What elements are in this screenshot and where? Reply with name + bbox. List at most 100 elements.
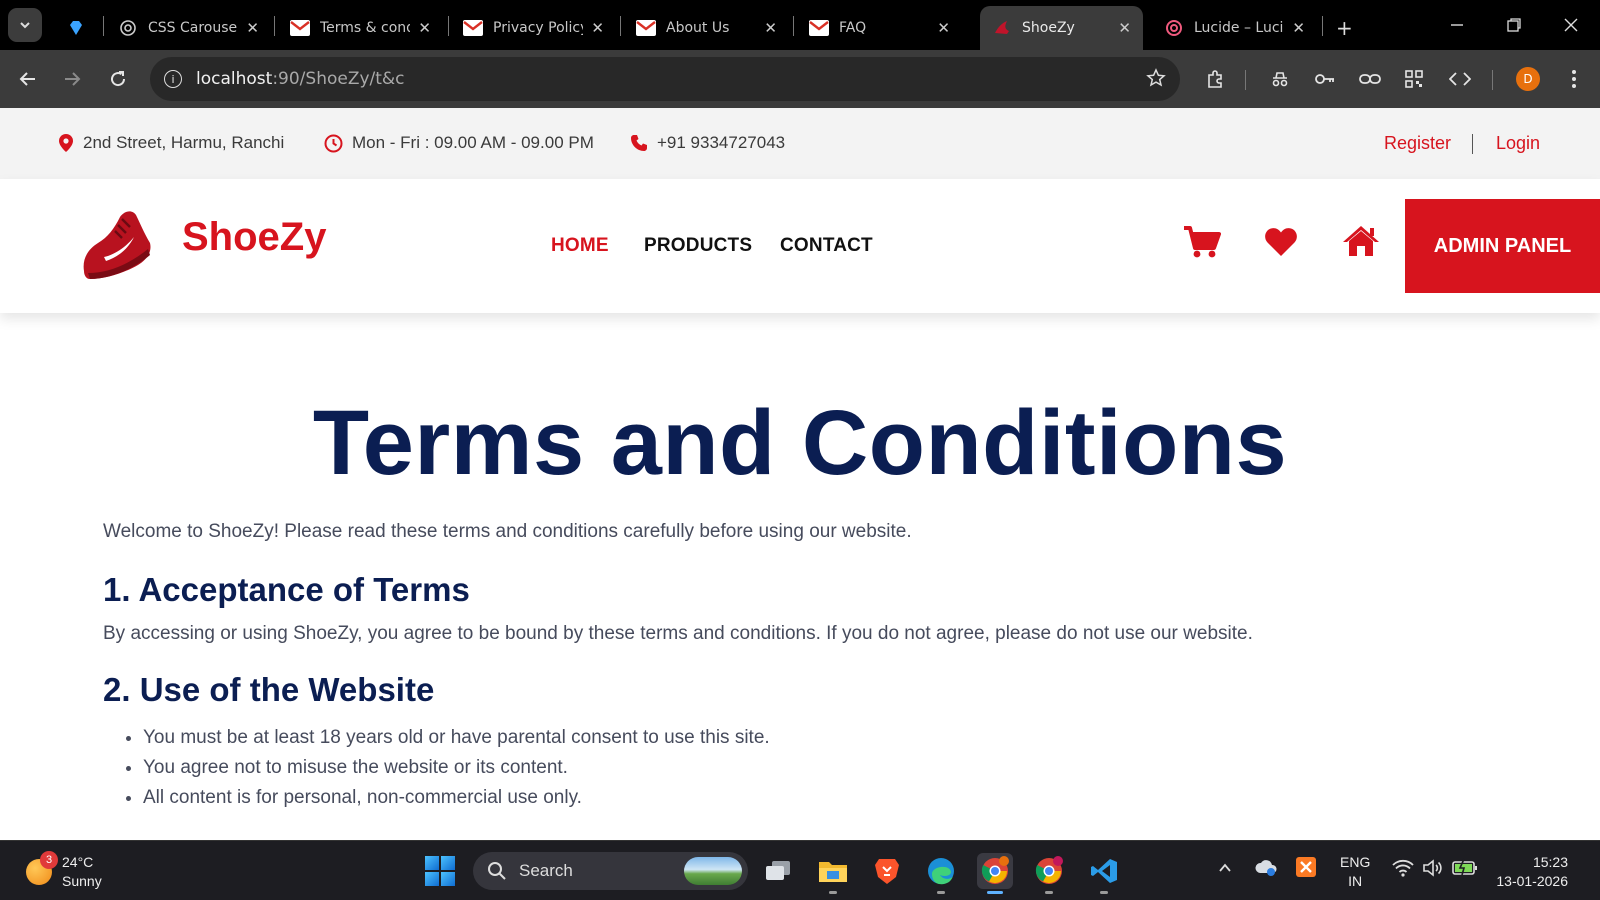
intro-text: Welcome to ShoeZy! Please read these ter… bbox=[103, 521, 912, 542]
qr-code-icon bbox=[1405, 70, 1423, 88]
start-button[interactable] bbox=[425, 856, 455, 886]
system-clock[interactable]: 15:23 13-01-2026 bbox=[1490, 853, 1568, 891]
vscode-app[interactable] bbox=[1086, 853, 1122, 894]
forward-button[interactable] bbox=[56, 63, 88, 95]
restore-icon bbox=[1507, 18, 1521, 32]
tab-css-carousel[interactable]: CSS Carousel ✕ bbox=[106, 6, 271, 50]
reload-button[interactable] bbox=[102, 63, 134, 95]
chevron-down-icon bbox=[20, 22, 30, 29]
extensions-button[interactable] bbox=[1199, 63, 1231, 95]
brave-app[interactable] bbox=[869, 853, 905, 889]
close-icon[interactable]: ✕ bbox=[591, 19, 604, 37]
browser-menu-button[interactable] bbox=[1558, 63, 1590, 95]
browser-tab-strip: CSS Carousel ✕ Terms & conditions ✕ Priv… bbox=[0, 0, 1600, 50]
xampp-tray[interactable] bbox=[1296, 857, 1316, 882]
volume-tray[interactable] bbox=[1422, 859, 1442, 882]
chevron-up-icon bbox=[1219, 863, 1231, 872]
close-icon[interactable]: ✕ bbox=[1292, 19, 1305, 37]
auth-divider bbox=[1472, 134, 1473, 154]
site-info-icon[interactable]: i bbox=[164, 70, 182, 88]
minimize-button[interactable] bbox=[1429, 0, 1485, 50]
code-icon bbox=[1449, 72, 1471, 86]
address-bar[interactable]: i localhost:90/ShoeZy/t&c bbox=[150, 57, 1180, 101]
task-view-button[interactable] bbox=[760, 853, 796, 889]
heart-icon[interactable] bbox=[1264, 227, 1298, 262]
devtools-button[interactable] bbox=[1444, 63, 1476, 95]
close-icon[interactable]: ✕ bbox=[246, 19, 259, 37]
tab-privacy[interactable]: Privacy Policy ✕ bbox=[451, 6, 616, 50]
gmail-icon bbox=[809, 18, 829, 38]
hours-info: Mon - Fri : 09.00 AM - 09.00 PM bbox=[324, 133, 594, 153]
tab-lucide[interactable]: Lucide – Lucide ✕ bbox=[1152, 6, 1317, 50]
taskbar-search[interactable]: Search bbox=[473, 852, 748, 890]
brave-lion-icon bbox=[875, 859, 899, 884]
edge-app[interactable] bbox=[923, 853, 959, 894]
phone-info: +91 9334727043 bbox=[630, 133, 785, 153]
copy-link-button[interactable] bbox=[1354, 63, 1386, 95]
input-language[interactable]: ENG IN bbox=[1340, 853, 1370, 891]
link-icon bbox=[1359, 74, 1381, 84]
shoe-icon bbox=[992, 18, 1012, 38]
gmail-icon bbox=[290, 18, 310, 38]
plus-icon: + bbox=[1336, 16, 1353, 40]
tab-faq[interactable]: FAQ ✕ bbox=[797, 6, 962, 50]
bookmark-star-icon[interactable] bbox=[1146, 68, 1166, 93]
tab-about[interactable]: About Us ✕ bbox=[624, 6, 789, 50]
chrome-app-profile-d[interactable] bbox=[977, 853, 1013, 894]
profile-avatar[interactable]: D bbox=[1516, 67, 1540, 91]
xampp-icon bbox=[1296, 857, 1316, 877]
arrow-right-icon bbox=[65, 72, 81, 86]
kebab-menu-icon bbox=[1572, 70, 1576, 88]
password-key-button[interactable] bbox=[1309, 63, 1341, 95]
close-icon[interactable]: ✕ bbox=[937, 19, 950, 37]
close-icon[interactable]: ✕ bbox=[764, 19, 777, 37]
file-explorer-app[interactable] bbox=[815, 853, 851, 894]
qr-code-button[interactable] bbox=[1398, 63, 1430, 95]
speaker-icon bbox=[1423, 859, 1442, 877]
nav-products[interactable]: PRODUCTS bbox=[644, 235, 752, 257]
close-icon[interactable]: ✕ bbox=[418, 19, 431, 37]
tab-terms[interactable]: Terms & conditions ✕ bbox=[278, 6, 443, 50]
url-path: :90/ShoeZy/t&c bbox=[272, 69, 405, 89]
register-link[interactable]: Register bbox=[1384, 133, 1451, 154]
cart-icon[interactable] bbox=[1183, 225, 1221, 264]
cloud-icon bbox=[1255, 860, 1277, 876]
home-icon[interactable] bbox=[1342, 224, 1380, 263]
sun-icon: 3 bbox=[26, 851, 58, 885]
nav-home[interactable]: HOME bbox=[551, 235, 609, 257]
admin-panel-button[interactable]: ADMIN PANEL bbox=[1405, 199, 1600, 293]
clock-icon bbox=[324, 134, 343, 152]
brand-name[interactable]: ShoeZy bbox=[182, 215, 326, 260]
tab-search-button[interactable] bbox=[8, 8, 42, 42]
lucide-icon bbox=[1164, 18, 1184, 38]
wifi-tray[interactable] bbox=[1392, 859, 1414, 882]
reload-icon bbox=[111, 71, 126, 87]
notification-badge: 3 bbox=[40, 851, 58, 869]
chrome-app-profile-a[interactable] bbox=[1031, 853, 1067, 894]
gem-icon bbox=[66, 18, 86, 38]
weather-temp: 24°C bbox=[62, 854, 94, 870]
restore-button[interactable] bbox=[1486, 0, 1542, 50]
tab-shoezy[interactable]: ShoeZy ✕ bbox=[980, 6, 1143, 50]
nav-contact[interactable]: CONTACT bbox=[780, 235, 873, 257]
openai-icon bbox=[118, 18, 138, 38]
tab-gem[interactable] bbox=[54, 6, 98, 50]
onedrive-tray[interactable] bbox=[1254, 857, 1278, 882]
back-button[interactable] bbox=[12, 63, 44, 95]
phone-icon bbox=[631, 135, 647, 151]
close-window-button[interactable] bbox=[1543, 0, 1599, 50]
incognito-extension-button[interactable] bbox=[1264, 63, 1296, 95]
battery-charging-icon bbox=[1452, 858, 1477, 876]
site-navbar: ShoeZy HOME PRODUCTS CONTACT ADMIN PANEL bbox=[0, 179, 1600, 313]
new-tab-button[interactable]: + bbox=[1328, 6, 1362, 50]
wifi-icon bbox=[1392, 859, 1414, 877]
battery-tray[interactable] bbox=[1452, 858, 1478, 881]
shoe-logo-icon[interactable] bbox=[78, 203, 154, 288]
weather-widget[interactable]: 3 24°C Sunny bbox=[26, 851, 102, 891]
tray-overflow-button[interactable] bbox=[1218, 861, 1232, 880]
close-icon[interactable]: ✕ bbox=[1118, 19, 1131, 37]
minimize-icon bbox=[1451, 24, 1463, 26]
section-text: By accessing or using ShoeZy, you agree … bbox=[103, 623, 1253, 644]
login-link[interactable]: Login bbox=[1496, 133, 1540, 154]
search-highlight-image bbox=[684, 857, 742, 885]
